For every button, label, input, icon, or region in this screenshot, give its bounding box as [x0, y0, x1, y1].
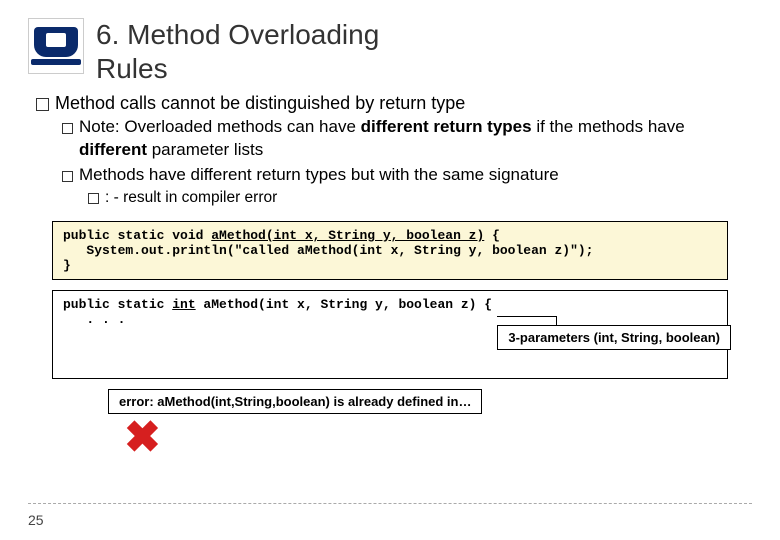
bullet-icon [36, 98, 49, 111]
title-line-1: 6. Method Overloading [96, 18, 379, 52]
slide-header: 6. Method Overloading Rules [28, 18, 752, 85]
slide-title: 6. Method Overloading Rules [96, 18, 379, 85]
bullet-1-text: Method calls cannot be distinguished by … [55, 93, 752, 114]
parameters-callout: 3-parameters (int, String, boolean) [497, 325, 731, 350]
compiler-error-box: error: aMethod(int,String,boolean) is al… [108, 389, 482, 414]
bullet-icon [62, 171, 73, 182]
bullet-level-3: : - result in compiler error [88, 189, 752, 207]
note-label: Note: [79, 117, 120, 136]
bullet-level-2: Methods have different return types but … [62, 164, 752, 187]
error-cross-icon: ✖ [124, 418, 752, 458]
bullet-icon [88, 193, 99, 204]
bullet-level-2: Note: Overloaded methods can have differ… [62, 116, 752, 162]
bullet-2a-text: Note: Overloaded methods can have differ… [79, 116, 752, 162]
bullet-2b-text: Methods have different return types but … [79, 164, 752, 187]
university-crest-logo [28, 18, 84, 74]
slide: 6. Method Overloading Rules Method calls… [0, 0, 780, 540]
title-line-2: Rules [96, 52, 379, 86]
code-block-int: public static int aMethod(int x, String … [52, 290, 728, 379]
page-number: 25 [28, 512, 44, 528]
footer-divider [28, 503, 752, 504]
code-block-void: public static void aMethod(int x, String… [52, 221, 728, 280]
content-area: Method calls cannot be distinguished by … [28, 93, 752, 207]
bullet-3-text: : - result in compiler error [105, 189, 752, 207]
bullet-icon [62, 123, 73, 134]
bullet-level-1: Method calls cannot be distinguished by … [36, 93, 752, 114]
